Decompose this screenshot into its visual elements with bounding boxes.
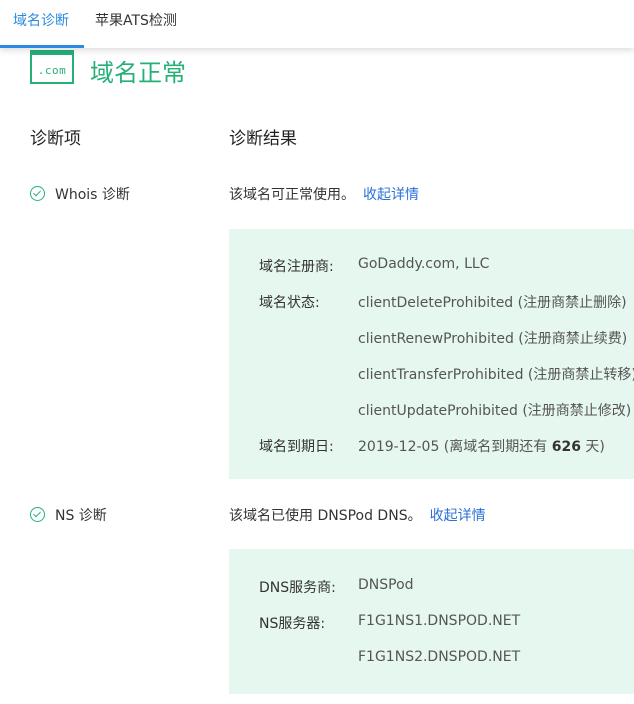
- domain-status-label: 域名状态:: [259, 295, 320, 311]
- ns-servers-label: NS服务器:: [259, 616, 326, 632]
- expiry-label: 域名到期日:: [259, 439, 334, 455]
- dns-provider-label: DNS服务商:: [259, 580, 336, 596]
- tab-ats-check[interactable]: 苹果ATS检测: [95, 10, 177, 30]
- whois-label: Whois 诊断: [55, 187, 130, 203]
- status-text: 域名正常: [90, 59, 186, 87]
- whois-collapse-link[interactable]: 收起详情: [363, 187, 419, 203]
- tab-domain-diagnosis[interactable]: 域名诊断: [13, 10, 69, 30]
- ns-label: NS 诊断: [55, 508, 107, 524]
- active-tab-underline: [0, 45, 84, 48]
- domain-status-value: clientDeleteProhibited (注册商禁止删除): [358, 295, 627, 311]
- column-header-item: 诊断项: [30, 129, 81, 149]
- expiry-value: 2019-12-05 (离域名到期还有 626 天): [358, 439, 605, 455]
- registrar-value: GoDaddy.com, LLC: [358, 256, 490, 272]
- domain-status-value: clientTransferProhibited (注册商禁止转移): [358, 367, 634, 383]
- ns-summary: 该域名已使用 DNSPod DNS。 收起详情: [229, 508, 486, 524]
- domain-status-value: clientRenewProhibited (注册商禁止续费): [358, 331, 628, 347]
- dns-provider-value: DNSPod: [358, 577, 414, 593]
- check-circle-icon: [30, 186, 45, 201]
- ns-collapse-link[interactable]: 收起详情: [430, 508, 486, 524]
- dotcom-icon: .com: [30, 50, 74, 84]
- domain-status-value: clientUpdateProhibited (注册商禁止修改): [358, 403, 632, 419]
- column-header-result: 诊断结果: [229, 129, 297, 149]
- ns-server-value: F1G1NS2.DNSPOD.NET: [358, 649, 521, 665]
- ns-server-value: F1G1NS1.DNSPOD.NET: [358, 613, 521, 629]
- whois-summary: 该域名可正常使用。 收起详情: [229, 187, 419, 203]
- registrar-label: 域名注册商:: [259, 259, 334, 275]
- expiry-days: 626: [551, 439, 581, 455]
- tab-bar: 域名诊断 苹果ATS检测: [0, 0, 634, 48]
- check-circle-icon: [30, 507, 45, 522]
- ns-detail-panel: DNS服务商: DNSPod NS服务器: F1G1NS1.DNSPOD.NET…: [229, 549, 634, 694]
- whois-detail-panel: 域名注册商: GoDaddy.com, LLC 域名状态: clientDele…: [229, 229, 634, 479]
